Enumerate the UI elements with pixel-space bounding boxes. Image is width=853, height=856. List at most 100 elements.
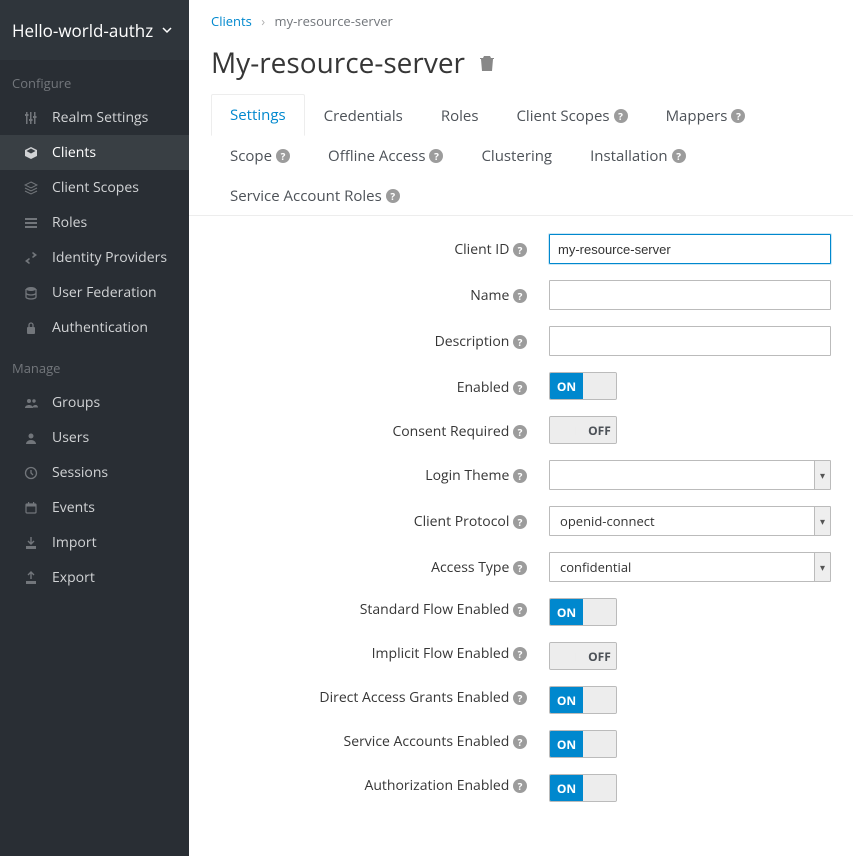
help-icon[interactable]: ? [513, 289, 527, 303]
sidebar-item-identity-providers[interactable]: Identity Providers [0, 240, 189, 275]
breadcrumb-current: my-resource-server [275, 12, 393, 30]
client-protocol-select[interactable]: openid-connect▾ [549, 506, 831, 536]
sliders-icon [24, 111, 52, 125]
clock-icon [24, 466, 52, 480]
chevron-down-icon [161, 24, 173, 36]
page-title: My-resource-server [189, 34, 853, 94]
sidebar-item-label: Users [52, 428, 177, 447]
tab-clustering[interactable]: Clustering [462, 135, 571, 176]
label-login-theme: Login Theme ? [189, 460, 549, 490]
label-direct-access: Direct Access Grants Enabled ? [189, 686, 549, 714]
realm-selector[interactable]: Hello-world-authz [0, 0, 189, 60]
sidebar-item-clients[interactable]: Clients [0, 135, 189, 170]
help-icon[interactable]: ? [513, 779, 527, 793]
sidebar-item-groups[interactable]: Groups [0, 385, 189, 420]
realm-name: Hello-world-authz [12, 19, 153, 42]
help-icon[interactable]: ? [513, 335, 527, 349]
label-client-id: Client ID ? [189, 234, 549, 264]
dropdown-arrow-icon: ▾ [814, 553, 830, 581]
tab-label: Settings [230, 105, 286, 125]
help-icon[interactable]: ? [513, 381, 527, 395]
lock-icon [24, 321, 52, 335]
dropdown-arrow-icon: ▾ [814, 461, 830, 489]
tab-mappers[interactable]: Mappers? [647, 94, 765, 136]
help-icon[interactable]: ? [513, 603, 527, 617]
tabs: SettingsCredentialsRolesClient Scopes?Ma… [189, 94, 853, 216]
login-theme-select[interactable]: ▾ [549, 460, 831, 490]
sidebar-item-label: Import [52, 533, 177, 552]
trash-icon[interactable] [479, 54, 495, 72]
tab-label: Mappers [666, 106, 728, 126]
help-icon[interactable]: ? [386, 189, 400, 203]
tab-roles[interactable]: Roles [422, 94, 498, 136]
label-authorization: Authorization Enabled ? [189, 774, 549, 802]
page-title-text: My-resource-server [211, 44, 465, 82]
label-client-protocol: Client Protocol ? [189, 506, 549, 536]
sidebar-item-client-scopes[interactable]: Client Scopes [0, 170, 189, 205]
name-input[interactable] [549, 280, 831, 310]
standard-flow-toggle[interactable]: ONOFF [549, 598, 617, 626]
sidebar-item-label: Groups [52, 393, 177, 412]
sidebar-item-label: Realm Settings [52, 108, 177, 127]
help-icon[interactable]: ? [731, 109, 745, 123]
sidebar-item-label: Export [52, 568, 177, 587]
client-id-input[interactable] [549, 234, 831, 264]
tab-credentials[interactable]: Credentials [305, 94, 422, 136]
access-type-select[interactable]: confidential▾ [549, 552, 831, 582]
dropdown-arrow-icon: ▾ [814, 507, 830, 535]
help-icon[interactable]: ? [513, 735, 527, 749]
sidebar-item-events[interactable]: Events [0, 490, 189, 525]
tab-client-scopes[interactable]: Client Scopes? [497, 94, 646, 136]
description-input[interactable] [549, 326, 831, 356]
sidebar-item-label: User Federation [52, 283, 177, 302]
sidebar-item-authentication[interactable]: Authentication [0, 310, 189, 345]
breadcrumb-root-link[interactable]: Clients [211, 12, 252, 30]
sidebar-manage-list: Groups Users SessionsEvents Import Export [0, 385, 189, 595]
direct-access-toggle[interactable]: ONOFF [549, 686, 617, 714]
help-icon[interactable]: ? [513, 515, 527, 529]
sidebar: Hello-world-authz Configure Realm Settin… [0, 0, 189, 856]
sidebar-item-import[interactable]: Import [0, 525, 189, 560]
tab-label: Scope [230, 146, 272, 166]
help-icon[interactable]: ? [513, 691, 527, 705]
sidebar-item-sessions[interactable]: Sessions [0, 455, 189, 490]
sidebar-item-realm-settings[interactable]: Realm Settings [0, 100, 189, 135]
tab-installation[interactable]: Installation? [571, 135, 704, 176]
user-icon [24, 431, 52, 445]
calendar-icon [24, 501, 52, 515]
consent-required-toggle[interactable]: ONOFF [549, 416, 617, 444]
tab-label: Client Scopes [516, 106, 609, 126]
sidebar-item-users[interactable]: Users [0, 420, 189, 455]
sidebar-item-export[interactable]: Export [0, 560, 189, 595]
help-icon[interactable]: ? [276, 149, 290, 163]
tab-label: Offline Access [328, 146, 425, 166]
authorization-toggle[interactable]: ONOFF [549, 774, 617, 802]
tab-label: Clustering [481, 146, 552, 166]
help-icon[interactable]: ? [614, 109, 628, 123]
enabled-toggle[interactable]: ONOFF [549, 372, 617, 400]
help-icon[interactable]: ? [513, 469, 527, 483]
tab-settings[interactable]: Settings [211, 94, 305, 136]
implicit-flow-toggle[interactable]: ONOFF [549, 642, 617, 670]
sidebar-item-label: Client Scopes [52, 178, 177, 197]
tab-label: Service Account Roles [230, 186, 382, 206]
swap-icon [24, 251, 52, 265]
tab-scope[interactable]: Scope? [211, 135, 309, 176]
help-icon[interactable]: ? [672, 149, 686, 163]
label-standard-flow: Standard Flow Enabled ? [189, 598, 549, 626]
section-configure-label: Configure [0, 60, 189, 100]
section-manage-label: Manage [0, 345, 189, 385]
help-icon[interactable]: ? [513, 561, 527, 575]
help-icon[interactable]: ? [513, 243, 527, 257]
sidebar-item-user-federation[interactable]: User Federation [0, 275, 189, 310]
service-accounts-toggle[interactable]: ONOFF [549, 730, 617, 758]
help-icon[interactable]: ? [429, 149, 443, 163]
help-icon[interactable]: ? [513, 425, 527, 439]
tab-service-account-roles[interactable]: Service Account Roles? [211, 175, 419, 216]
sidebar-item-roles[interactable]: Roles [0, 205, 189, 240]
label-description: Description ? [189, 326, 549, 356]
sidebar-item-label: Identity Providers [52, 248, 177, 267]
help-icon[interactable]: ? [513, 647, 527, 661]
tab-offline-access[interactable]: Offline Access? [309, 135, 462, 176]
tab-label: Credentials [324, 106, 403, 126]
